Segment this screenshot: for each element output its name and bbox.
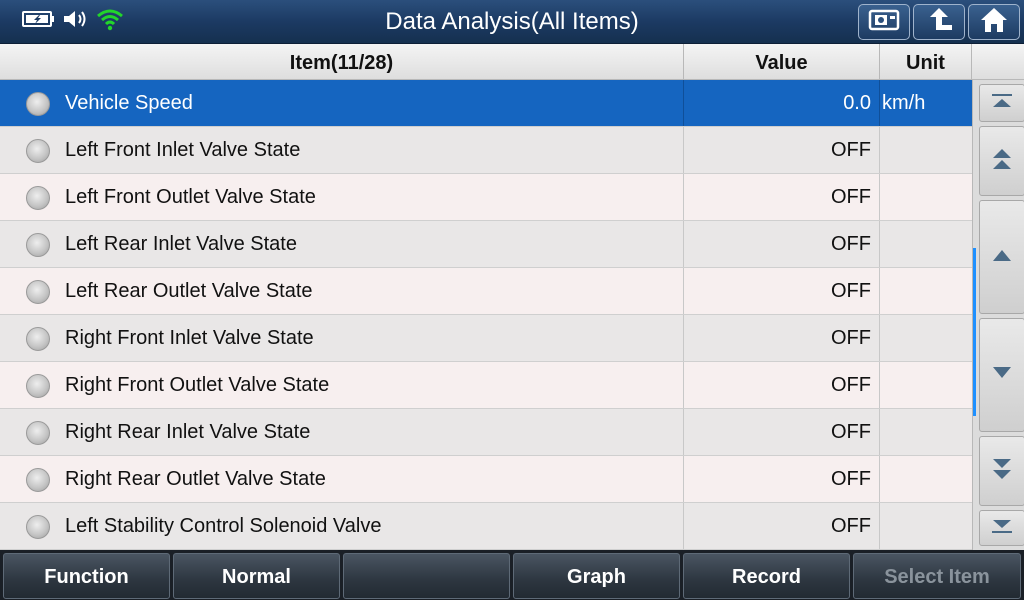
radio-icon[interactable] <box>26 468 50 492</box>
item-cell: Left Front Outlet Valve State <box>0 174 684 220</box>
data-list: Vehicle Speed 0.0 km/h Left Front Inlet … <box>0 80 972 550</box>
item-label: Left Rear Outlet Valve State <box>65 280 313 302</box>
unit-cell <box>880 127 972 173</box>
home-icon <box>979 6 1009 39</box>
item-label: Left Stability Control Solenoid Valve <box>65 515 382 537</box>
value-cell: OFF <box>684 174 880 220</box>
line-down-button[interactable] <box>979 318 1024 432</box>
value-cell: 0.0 <box>684 80 880 126</box>
unit-cell <box>880 409 972 455</box>
unit-cell <box>880 503 972 549</box>
function-bar: Function Normal Graph Record Select Item <box>0 550 1024 600</box>
radio-icon[interactable] <box>26 92 50 116</box>
table-row[interactable]: Right Rear Inlet Valve State OFF <box>0 409 972 456</box>
unit-cell <box>880 221 972 267</box>
back-button[interactable] <box>913 4 965 40</box>
scroll-top-icon <box>990 93 1014 114</box>
item-cell: Vehicle Speed <box>0 80 684 126</box>
column-header-item: Item(11/28) <box>0 44 684 80</box>
table-row[interactable]: Vehicle Speed 0.0 km/h <box>0 80 972 127</box>
item-cell: Left Stability Control Solenoid Valve <box>0 503 684 549</box>
graph-button[interactable]: Graph <box>513 553 680 599</box>
table-row[interactable]: Left Stability Control Solenoid Valve OF… <box>0 503 972 550</box>
item-label: Left Front Inlet Valve State <box>65 139 301 161</box>
function-button[interactable]: Function <box>3 553 170 599</box>
value-cell: OFF <box>684 127 880 173</box>
item-label: Left Front Outlet Valve State <box>65 186 316 208</box>
radio-icon[interactable] <box>26 139 50 163</box>
title-bar: Data Analysis(All Items) <box>0 0 1024 44</box>
item-label: Right Rear Outlet Valve State <box>65 468 326 490</box>
unit-cell: km/h <box>882 92 926 114</box>
radio-icon[interactable] <box>26 186 50 210</box>
select-item-button[interactable]: Select Item <box>853 553 1021 599</box>
item-label: Right Front Inlet Valve State <box>65 327 314 349</box>
unit-cell <box>880 456 972 502</box>
item-label: Vehicle Speed <box>65 92 193 114</box>
table-header: Item(11/28) Value Unit <box>0 44 1024 80</box>
radio-icon[interactable] <box>26 515 50 539</box>
column-header-unit: Unit <box>880 44 972 80</box>
scroll-bottom-icon <box>990 518 1014 539</box>
unit-cell <box>880 362 972 408</box>
item-label: Right Front Outlet Valve State <box>65 374 330 396</box>
blank-button[interactable] <box>343 553 510 599</box>
column-header-value: Value <box>684 44 880 80</box>
radio-icon[interactable] <box>26 421 50 445</box>
page-down-button[interactable] <box>979 436 1024 506</box>
radio-icon[interactable] <box>26 233 50 257</box>
line-down-icon <box>990 365 1014 386</box>
radio-icon[interactable] <box>26 280 50 304</box>
line-up-button[interactable] <box>979 200 1024 314</box>
scroll-top-button[interactable] <box>979 84 1024 122</box>
unit-cell <box>880 315 972 361</box>
table-row[interactable]: Left Rear Outlet Valve State OFF <box>0 268 972 315</box>
item-cell: Left Front Inlet Valve State <box>0 127 684 173</box>
table-row[interactable]: Right Front Outlet Valve State OFF <box>0 362 972 409</box>
unit-cell <box>880 268 972 314</box>
back-icon <box>924 6 954 39</box>
unit-cell <box>880 174 972 220</box>
screenshot-button[interactable] <box>858 4 910 40</box>
page-up-button[interactable] <box>979 126 1024 196</box>
page-up-icon <box>990 146 1014 177</box>
table-row[interactable]: Right Front Inlet Valve State OFF <box>0 315 972 362</box>
item-cell: Left Rear Outlet Valve State <box>0 268 684 314</box>
item-label: Right Rear Inlet Valve State <box>65 421 311 443</box>
value-cell: OFF <box>684 362 880 408</box>
normal-button[interactable]: Normal <box>173 553 340 599</box>
value-cell: OFF <box>684 456 880 502</box>
item-cell: Right Front Outlet Valve State <box>0 362 684 408</box>
table-row[interactable]: Left Front Inlet Valve State OFF <box>0 127 972 174</box>
value-cell: OFF <box>684 409 880 455</box>
screenshot-icon <box>868 8 900 37</box>
item-cell: Right Front Inlet Valve State <box>0 315 684 361</box>
item-label: Left Rear Inlet Valve State <box>65 233 297 255</box>
table-row[interactable]: Left Rear Inlet Valve State OFF <box>0 221 972 268</box>
item-cell: Right Rear Outlet Valve State <box>0 456 684 502</box>
table-row[interactable]: Right Rear Outlet Valve State OFF <box>0 456 972 503</box>
record-button[interactable]: Record <box>683 553 850 599</box>
value-cell: OFF <box>684 268 880 314</box>
radio-icon[interactable] <box>26 374 50 398</box>
scroll-indicator[interactable] <box>973 248 976 416</box>
home-button[interactable] <box>968 4 1020 40</box>
value-cell: OFF <box>684 503 880 549</box>
line-up-icon <box>990 247 1014 268</box>
table-row[interactable]: Left Front Outlet Valve State OFF <box>0 174 972 221</box>
page-down-icon <box>990 456 1014 487</box>
column-header-spacer <box>972 44 1024 80</box>
value-cell: OFF <box>684 315 880 361</box>
value-cell: OFF <box>684 221 880 267</box>
item-cell: Right Rear Inlet Valve State <box>0 409 684 455</box>
radio-icon[interactable] <box>26 327 50 351</box>
scroll-bottom-button[interactable] <box>979 510 1024 546</box>
scroll-panel <box>972 80 1024 550</box>
item-cell: Left Rear Inlet Valve State <box>0 221 684 267</box>
